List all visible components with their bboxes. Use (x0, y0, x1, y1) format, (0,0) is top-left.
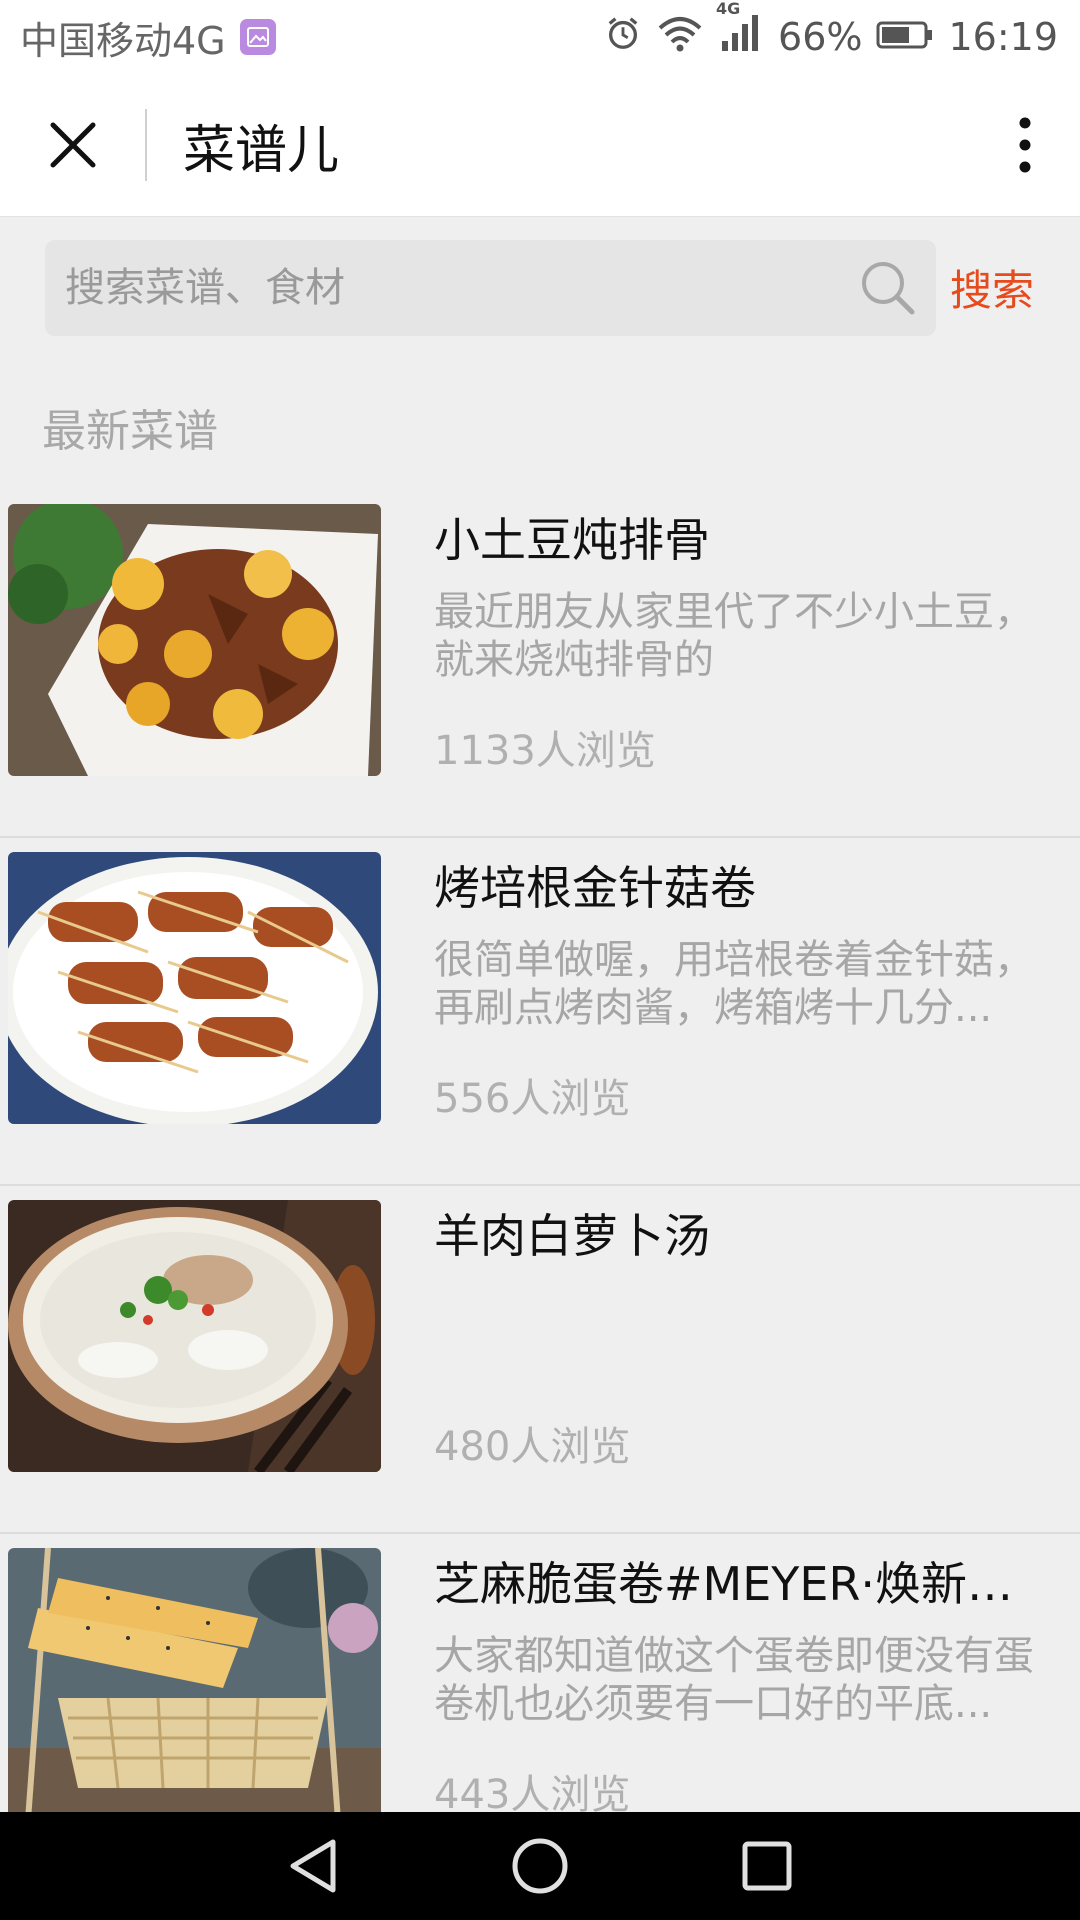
recipe-description: 最近朋友从家里代了不少小土豆，就来烧炖排骨的 (434, 589, 1034, 683)
search-input[interactable] (63, 264, 858, 312)
recipe-thumbnail (8, 504, 381, 776)
recipe-view-count: 480人浏览 (434, 1424, 631, 1470)
recipe-view-count: 1133人浏览 (434, 728, 656, 774)
more-options-button[interactable] (970, 74, 1080, 217)
status-bar: 中国移动4G 4G 66% 16:19 (0, 0, 1080, 74)
recipe-description: 很简单做喔，用培根卷着金针菇，再刷点烤肉酱，烤箱烤十几分... (434, 937, 1034, 1031)
recipe-thumbnail (8, 1200, 381, 1472)
picture-icon (239, 19, 276, 55)
recipe-item[interactable]: 小土豆炖排骨 最近朋友从家里代了不少小土豆，就来烧炖排骨的 1133人浏览 (0, 490, 1080, 838)
page-title: 菜谱儿 (183, 120, 340, 181)
search-row: 搜索 (0, 217, 1080, 347)
status-right: 4G 66% 16:19 (604, 0, 1058, 62)
system-nav-bar (0, 1812, 1080, 1920)
recipe-title: 小土豆炖排骨 (434, 513, 710, 567)
recipe-title: 烤培根金针菇卷 (434, 861, 756, 915)
home-circle-icon (512, 1838, 568, 1894)
nav-home-button[interactable] (490, 1816, 590, 1916)
close-icon (50, 122, 95, 168)
recipe-item[interactable]: 羊肉白萝卜汤 480人浏览 (0, 1186, 1080, 1534)
status-left: 中国移动4G (20, 10, 276, 65)
alarm-icon (604, 14, 642, 61)
title-bar: 菜谱儿 (0, 74, 1080, 217)
title-divider (145, 109, 147, 181)
battery-icon (876, 15, 934, 59)
more-vertical-icon (1019, 117, 1031, 173)
back-triangle-icon (290, 1839, 336, 1893)
battery-percent: 66% (778, 15, 863, 59)
recents-square-icon (742, 1841, 792, 1891)
recipe-view-count: 556人浏览 (434, 1076, 631, 1122)
recipe-title: 羊肉白萝卜汤 (434, 1209, 710, 1263)
recipe-thumbnail (8, 852, 381, 1124)
section-title: 最新菜谱 (42, 406, 218, 457)
nav-recents-button[interactable] (717, 1816, 817, 1916)
nav-back-button[interactable] (263, 1816, 363, 1916)
recipe-list: 小土豆炖排骨 最近朋友从家里代了不少小土豆，就来烧炖排骨的 1133人浏览 烤培… (0, 490, 1080, 1882)
carrier-label: 中国移动4G (20, 18, 226, 63)
recipe-item[interactable]: 烤培根金针菇卷 很简单做喔，用培根卷着金针菇，再刷点烤肉酱，烤箱烤十几分... … (0, 838, 1080, 1186)
search-icon[interactable] (858, 258, 918, 318)
signal-icon: 4G (716, 0, 764, 62)
network-type-label: 4G (716, 0, 741, 18)
recipe-thumbnail (8, 1548, 381, 1820)
search-box (45, 240, 936, 336)
search-button[interactable]: 搜索 (950, 257, 1034, 318)
close-button[interactable] (0, 74, 145, 217)
recipe-description: 大家都知道做这个蛋卷即便没有蛋卷机也必须要有一口好的平底... (434, 1633, 1034, 1727)
recipe-title: 芝麻脆蛋卷#MEYER·焕新厨房... (434, 1557, 1054, 1611)
wifi-icon (656, 14, 704, 61)
clock-time: 16:19 (948, 15, 1058, 59)
